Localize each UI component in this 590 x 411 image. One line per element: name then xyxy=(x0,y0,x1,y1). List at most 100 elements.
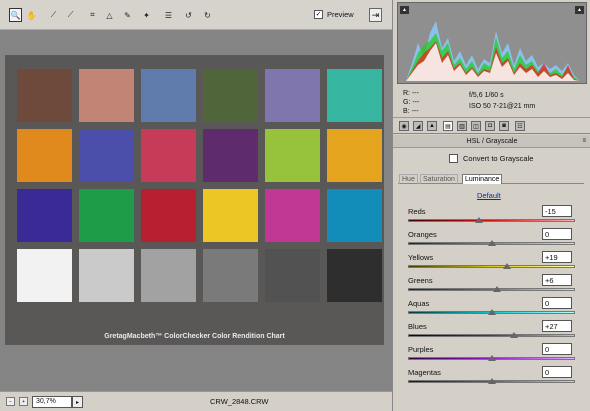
slider-thumb[interactable] xyxy=(487,240,496,246)
slider-aquas: Aquas 0 xyxy=(393,297,590,320)
basic-tab-icon[interactable]: ◉ xyxy=(399,121,409,131)
color-swatch xyxy=(17,129,72,182)
slider-value-field[interactable]: +27 xyxy=(542,320,572,332)
iso-lens: ISO 50 7-21@21 mm xyxy=(469,103,536,110)
slider-value-field[interactable]: +6 xyxy=(542,274,572,286)
color-swatch xyxy=(141,69,196,122)
b-value: --- xyxy=(411,108,419,115)
preview-toggle[interactable]: ✓ Preview xyxy=(314,10,354,19)
straighten-icon: △ xyxy=(106,10,113,20)
slider-track[interactable] xyxy=(408,288,575,291)
color-sampler-tool[interactable]: ⟋ xyxy=(64,8,77,22)
default-link[interactable]: Default xyxy=(477,191,501,200)
color-swatch xyxy=(327,189,382,242)
convert-grayscale-checkbox[interactable] xyxy=(449,154,458,163)
rotate-left-tool[interactable]: ↺ xyxy=(182,8,195,22)
sampler-icon: ⟋ xyxy=(67,10,74,19)
slider-yellows: Yellows +19 xyxy=(393,251,590,274)
zoom-menu-button[interactable]: ▸ xyxy=(72,396,83,408)
slider-value-field[interactable]: 0 xyxy=(542,343,572,355)
color-swatch xyxy=(265,69,320,122)
section-header: HSL / Grayscale ≡ xyxy=(393,135,590,148)
rotate-right-tool[interactable]: ↻ xyxy=(201,8,214,22)
color-swatch xyxy=(265,249,320,302)
slider-thumb[interactable] xyxy=(487,355,496,361)
eyedropper-icon: ⟋ xyxy=(50,10,57,19)
straighten-tool[interactable]: △ xyxy=(103,8,116,22)
retouch-icon: ✎ xyxy=(124,10,131,20)
slider-thumb[interactable] xyxy=(487,378,496,384)
magnifier-icon: 🔍 xyxy=(10,10,21,20)
color-swatch xyxy=(203,189,258,242)
slider-track[interactable] xyxy=(408,265,575,268)
panel-menu-icon[interactable]: ≡ xyxy=(582,135,586,148)
colorchecker-image: GretagMacbeth™ ColorChecker Color Rendit… xyxy=(5,55,384,345)
slider-label: Greens xyxy=(408,276,433,285)
slider-track[interactable] xyxy=(408,219,575,222)
hsl-subtabs: Hue Saturation Luminance xyxy=(398,174,584,184)
convert-grayscale-label: Convert to Grayscale xyxy=(463,154,534,163)
slider-thumb[interactable] xyxy=(474,217,483,223)
color-swatch xyxy=(17,69,72,122)
histogram-graph xyxy=(406,21,580,81)
color-swatch xyxy=(265,129,320,182)
zoom-level-field[interactable]: 30,7% xyxy=(32,396,72,408)
slider-track[interactable] xyxy=(408,334,575,337)
slider-thumb[interactable] xyxy=(503,263,512,269)
slider-value-field[interactable]: 0 xyxy=(542,297,572,309)
detail-tab-icon[interactable]: ▲ xyxy=(427,121,437,131)
fullscreen-button[interactable]: ⇥ xyxy=(369,8,382,22)
adjustment-tabs: ◉ ◢ ▲ ▤ ▥ ◫ ◘ ◙ ☷ xyxy=(393,118,590,134)
hand-icon: ✋ xyxy=(26,10,37,20)
color-swatch xyxy=(79,69,134,122)
slider-value-field[interactable]: -15 xyxy=(542,205,572,217)
slider-value-field[interactable]: 0 xyxy=(542,228,572,240)
red-eye-tool[interactable]: ✦ xyxy=(140,8,153,22)
split-toning-tab-icon[interactable]: ▥ xyxy=(457,121,467,131)
retouch-tool[interactable]: ✎ xyxy=(121,8,134,22)
pixel-readout: R: --- G: --- B: --- f/5,6 1/60 s ISO 50… xyxy=(393,85,590,118)
color-swatch xyxy=(79,249,134,302)
list-icon: ☰ xyxy=(164,10,173,20)
white-balance-tool[interactable]: ⟋ xyxy=(47,8,60,22)
preview-checkbox[interactable]: ✓ xyxy=(314,10,323,19)
tone-curve-tab-icon[interactable]: ◢ xyxy=(413,121,423,131)
camera-calibration-tab-icon[interactable]: ◘ xyxy=(485,121,495,131)
tab-luminance[interactable]: Luminance xyxy=(462,174,503,184)
filename: CRW_2848.CRW xyxy=(210,397,269,406)
presets-tab-icon[interactable]: ◙ xyxy=(499,121,509,131)
color-swatch xyxy=(141,189,196,242)
color-swatch xyxy=(141,129,196,182)
tab-saturation[interactable]: Saturation xyxy=(420,174,458,184)
color-swatch xyxy=(203,129,258,182)
lens-corrections-tab-icon[interactable]: ◫ xyxy=(471,121,481,131)
adjustments-panel: ▲ ▲ R: --- G: --- B: --- f/5,6 1/60 s IS… xyxy=(392,0,590,411)
slider-label: Blues xyxy=(408,322,427,331)
slider-value-field[interactable]: +19 xyxy=(542,251,572,263)
chart-caption: GretagMacbeth™ ColorChecker Color Rendit… xyxy=(104,333,285,340)
preferences-tool[interactable]: ☰ xyxy=(162,8,175,22)
convert-grayscale-toggle[interactable]: Convert to Grayscale xyxy=(449,154,533,163)
red-eye-icon: ✦ xyxy=(143,10,150,20)
status-bar: − + 30,7% ▸ CRW_2848.CRW xyxy=(0,391,392,411)
slider-reds: Reds -15 xyxy=(393,205,590,228)
tab-hue[interactable]: Hue xyxy=(399,174,418,184)
image-canvas[interactable]: GretagMacbeth™ ColorChecker Color Rendit… xyxy=(0,30,392,391)
slider-thumb[interactable] xyxy=(487,309,496,315)
hand-tool[interactable]: ✋ xyxy=(25,8,38,22)
zoom-in-button[interactable]: + xyxy=(19,397,28,406)
hsl-tab-icon[interactable]: ▤ xyxy=(443,121,453,131)
slider-thumb[interactable] xyxy=(510,332,519,338)
zoom-tool[interactable]: 🔍 xyxy=(9,8,22,22)
slider-thumb[interactable] xyxy=(492,286,501,292)
zoom-out-button[interactable]: − xyxy=(6,397,15,406)
crop-tool[interactable]: ⌗ xyxy=(86,8,99,22)
snapshots-tab-icon[interactable]: ☷ xyxy=(515,121,525,131)
slider-value-field[interactable]: 0 xyxy=(542,366,572,378)
color-swatch xyxy=(17,249,72,302)
color-swatch xyxy=(327,69,382,122)
color-swatch xyxy=(17,189,72,242)
aperture-shutter: f/5,6 1/60 s xyxy=(469,92,504,99)
color-swatch xyxy=(203,249,258,302)
slider-purples: Purples 0 xyxy=(393,343,590,366)
